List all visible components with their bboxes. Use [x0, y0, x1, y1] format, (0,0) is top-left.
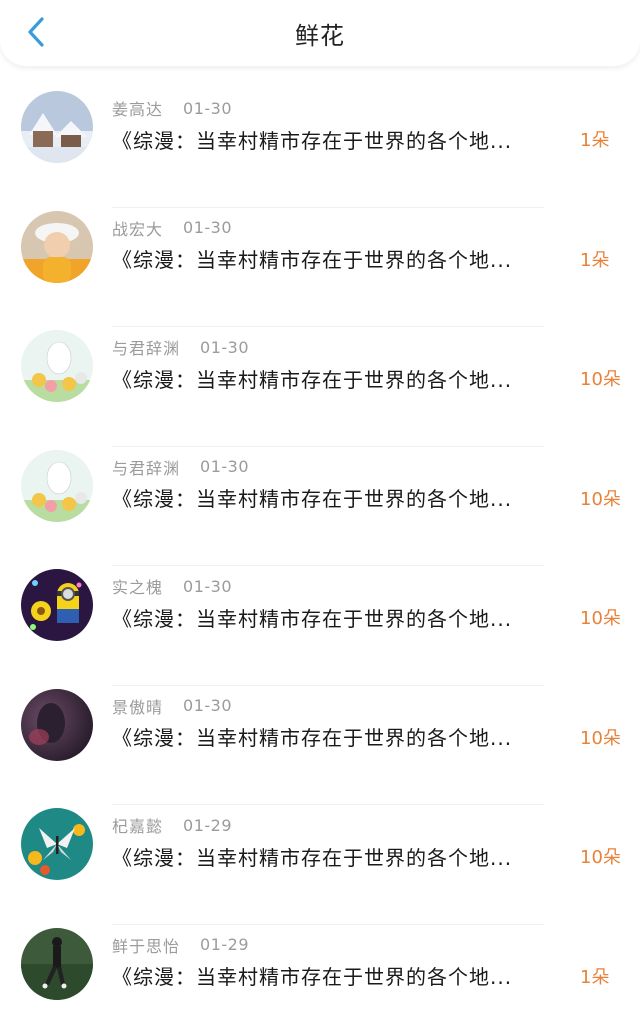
- avatar[interactable]: [21, 688, 93, 761]
- send-date: 01-30: [183, 218, 233, 237]
- flower-count: 10朵: [580, 488, 621, 510]
- list-item[interactable]: 杞嘉懿 01-29 《综漫：当幸村精市存在于世界的各个地... 10朵: [0, 805, 640, 925]
- flower-count: 10朵: [580, 847, 621, 868]
- back-button[interactable]: [18, 14, 54, 50]
- sender-name: 鲜于思怡: [112, 936, 181, 956]
- sender-name: 实之槐: [112, 578, 164, 597]
- book-title: 《综漫：当幸村精市存在于世界的各个地...: [112, 248, 513, 272]
- send-date: 01-30: [183, 576, 233, 596]
- avatar[interactable]: [21, 91, 93, 163]
- book-title: 《综漫：当幸村精市存在于世界的各个地...: [112, 606, 513, 631]
- avatar[interactable]: [21, 330, 93, 402]
- list-item[interactable]: 与君辞渊 01-30 《综漫：当幸村精市存在于世界的各个地... 10朵: [0, 447, 640, 566]
- list-item[interactable]: 实之槐 01-30 《综漫：当幸村精市存在于世界的各个地... 10朵: [0, 566, 640, 686]
- sender-name: 景傲晴: [112, 697, 164, 717]
- book-title: 《综漫：当幸村精市存在于世界的各个地...: [112, 128, 513, 153]
- avatar[interactable]: [21, 808, 93, 880]
- top-nav-bar: 鲜花: [0, 0, 640, 66]
- sender-name: 与君辞渊: [112, 339, 181, 358]
- list-item[interactable]: 战宏大 01-30 《综漫：当幸村精市存在于世界的各个地... 1朵: [0, 208, 640, 327]
- list-item[interactable]: 鲜于思怡 01-29 《综漫：当幸村精市存在于世界的各个地... 1朵: [0, 925, 640, 1020]
- avatar[interactable]: [21, 927, 93, 1000]
- chevron-left-icon: [28, 17, 44, 47]
- flower-record-list: 姜高达 01-30 《综漫：当幸村精市存在于世界的各个地... 1朵 战宏大 0…: [0, 88, 640, 1020]
- page-title: 鲜花: [295, 21, 345, 50]
- book-title: 《综漫：当幸村精市存在于世界的各个地...: [112, 965, 513, 989]
- sender-name: 与君辞渊: [112, 458, 181, 478]
- flower-count: 1朵: [580, 249, 610, 271]
- flower-count: 1朵: [580, 130, 610, 151]
- sender-name: 姜高达: [112, 100, 164, 119]
- sender-name: 战宏大: [112, 219, 164, 239]
- send-date: 01-29: [200, 935, 250, 954]
- send-date: 01-30: [200, 457, 250, 476]
- book-title: 《综漫：当幸村精市存在于世界的各个地...: [112, 367, 513, 392]
- flower-count: 10朵: [580, 369, 621, 390]
- avatar[interactable]: [21, 449, 93, 522]
- avatar[interactable]: [21, 569, 93, 641]
- list-item[interactable]: 景傲晴 01-30 《综漫：当幸村精市存在于世界的各个地... 10朵: [0, 686, 640, 805]
- avatar[interactable]: [21, 210, 93, 283]
- sender-name: 杞嘉懿: [112, 817, 164, 836]
- send-date: 01-30: [200, 337, 250, 357]
- send-date: 01-30: [183, 98, 233, 118]
- flower-count: 1朵: [580, 966, 610, 988]
- send-date: 01-29: [183, 815, 233, 835]
- flower-count: 10朵: [580, 608, 621, 629]
- list-item[interactable]: 姜高达 01-30 《综漫：当幸村精市存在于世界的各个地... 1朵: [0, 88, 640, 208]
- list-item[interactable]: 与君辞渊 01-30 《综漫：当幸村精市存在于世界的各个地... 10朵: [0, 327, 640, 447]
- book-title: 《综漫：当幸村精市存在于世界的各个地...: [112, 726, 513, 750]
- flower-count: 10朵: [580, 727, 621, 749]
- book-title: 《综漫：当幸村精市存在于世界的各个地...: [112, 487, 513, 511]
- send-date: 01-30: [183, 696, 233, 715]
- book-title: 《综漫：当幸村精市存在于世界的各个地...: [112, 845, 513, 870]
